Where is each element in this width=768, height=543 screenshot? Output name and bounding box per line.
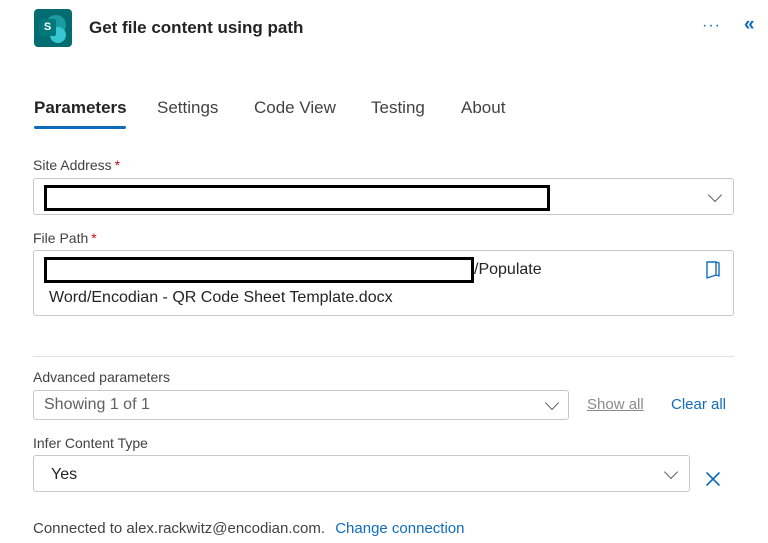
file-path-label: File Path * bbox=[33, 230, 97, 246]
site-address-label-text: Site Address bbox=[33, 157, 112, 173]
section-divider bbox=[33, 356, 734, 357]
tab-about[interactable]: About bbox=[461, 98, 505, 118]
tab-parameters[interactable]: Parameters bbox=[34, 98, 127, 118]
infer-content-type-label: Infer Content Type bbox=[33, 435, 148, 451]
folder-picker-icon[interactable] bbox=[705, 260, 721, 280]
file-path-input[interactable]: /Populate Word/Encodian - QR Code Sheet … bbox=[33, 250, 734, 316]
clear-all-link[interactable]: Clear all bbox=[671, 396, 726, 413]
chevron-down-icon bbox=[663, 464, 679, 480]
file-path-line2: Word/Encodian - QR Code Sheet Template.d… bbox=[49, 289, 393, 306]
connection-text: Connected to alex.rackwitz@encodian.com. bbox=[33, 520, 326, 537]
site-address-label: Site Address * bbox=[33, 157, 120, 173]
collapse-panel-icon[interactable]: « bbox=[744, 14, 755, 36]
tab-testing[interactable]: Testing bbox=[371, 98, 425, 118]
tab-code-view[interactable]: Code View bbox=[254, 98, 336, 118]
infer-content-type-dropdown[interactable]: Yes bbox=[33, 455, 690, 492]
advanced-parameters-dropdown[interactable]: Showing 1 of 1 bbox=[33, 390, 569, 420]
tab-settings[interactable]: Settings bbox=[157, 98, 218, 118]
chevron-down-icon bbox=[544, 395, 560, 411]
required-mark: * bbox=[91, 230, 97, 246]
change-connection-link[interactable]: Change connection bbox=[335, 520, 464, 537]
advanced-parameters-label: Advanced parameters bbox=[33, 369, 170, 385]
redacted-file-path bbox=[44, 257, 474, 283]
sharepoint-icon-letter: S bbox=[39, 19, 56, 36]
infer-content-type-value: Yes bbox=[51, 466, 78, 483]
file-path-label-text: File Path bbox=[33, 230, 89, 246]
active-tab-indicator bbox=[34, 126, 126, 129]
advanced-parameters-value: Showing 1 of 1 bbox=[44, 396, 150, 413]
redacted-site-address bbox=[44, 185, 550, 211]
required-mark: * bbox=[114, 157, 121, 173]
file-path-line1-suffix: /Populate bbox=[474, 261, 542, 278]
remove-parameter-icon[interactable] bbox=[704, 470, 722, 488]
show-all-link[interactable]: Show all bbox=[587, 396, 644, 413]
action-title: Get file content using path bbox=[89, 18, 304, 37]
site-address-dropdown[interactable] bbox=[33, 178, 734, 215]
connection-info: Connected to alex.rackwitz@encodian.com.… bbox=[33, 520, 464, 537]
chevron-down-icon bbox=[707, 187, 723, 203]
more-options-icon[interactable]: ··· bbox=[702, 17, 721, 35]
sharepoint-icon: S bbox=[34, 9, 72, 47]
